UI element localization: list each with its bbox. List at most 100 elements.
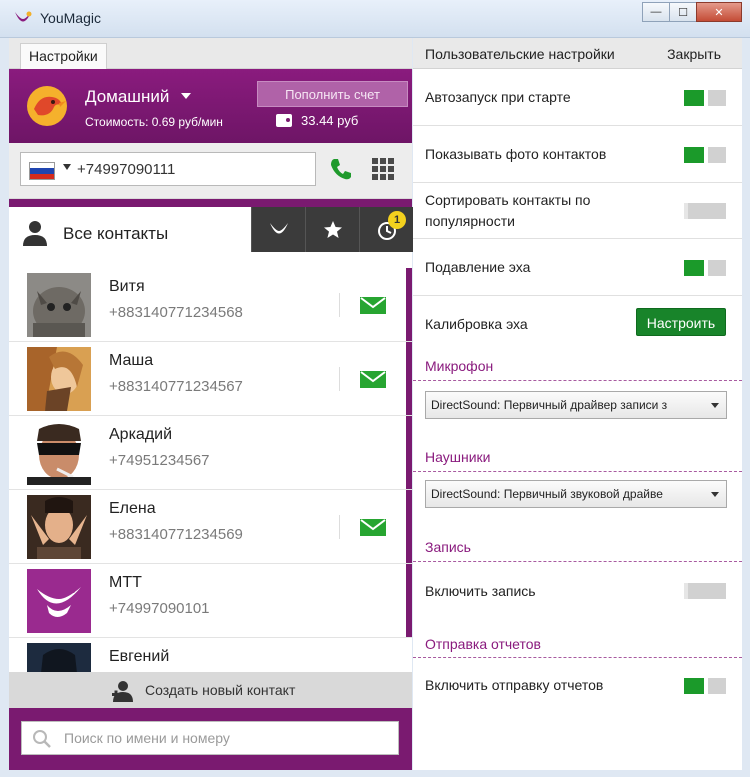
bird-logo-icon [27, 86, 67, 126]
reports-section-title: Отправка отчетов [425, 636, 541, 652]
contact-item[interactable]: Аркадий +74951234567 [9, 416, 412, 490]
contact-name: Маша [109, 352, 154, 369]
dialpad-grid-icon[interactable] [372, 158, 394, 180]
search-box [21, 721, 399, 755]
microphone-section-title: Микрофон [425, 358, 494, 374]
window-titlebar: YouMagic — ☐ ✕ [0, 0, 750, 38]
divider [339, 293, 340, 317]
phone-box [20, 152, 316, 186]
dialer-row [9, 143, 412, 199]
contact-item[interactable]: Елена +883140771234569 [9, 490, 412, 564]
window-controls: — ☐ ✕ [642, 2, 742, 22]
microphone-selected: DirectSound: Первичный драйвер записи з [431, 398, 668, 412]
contact-list[interactable]: Витя +883140771234568 Маша +883140771234… [9, 268, 412, 672]
contact-name: Евгений [109, 648, 170, 665]
settings-pane: Пользовательские настройки Закрыть Автоз… [413, 38, 742, 770]
tab-user-settings[interactable]: Пользовательские настройки [425, 46, 615, 62]
device-sections: Микрофон DirectSound: Первичный драйвер … [413, 351, 742, 694]
phone-number-input[interactable] [77, 153, 307, 185]
missed-calls-badge: 1 [388, 211, 406, 229]
envelope-icon[interactable] [360, 519, 386, 536]
avatar [27, 643, 91, 672]
add-person-icon [112, 681, 133, 702]
recording-section-title: Запись [425, 539, 471, 555]
balance: 33.44 руб [301, 113, 359, 128]
contact-item[interactable]: Маша +883140771234567 [9, 342, 412, 416]
autostart-toggle[interactable] [684, 90, 726, 106]
contact-name: Елена [109, 500, 156, 517]
sort-popular-label-line1: Сортировать контакты по [425, 192, 591, 208]
echo-cancel-toggle[interactable] [684, 260, 726, 276]
contact-phone: +74951234567 [109, 452, 210, 469]
account-panel: Домашний Стоимость: 0.69 руб/мин Пополни… [9, 69, 412, 143]
configure-button[interactable]: Настроить [636, 308, 726, 336]
microphone-select[interactable]: DirectSound: Первичный драйвер записи з [425, 391, 727, 419]
section-divider [413, 380, 742, 381]
echo-calibration-label: Калибровка эха [425, 316, 528, 332]
chevron-down-icon [711, 403, 719, 408]
show-photos-toggle[interactable] [684, 147, 726, 163]
enable-reports-toggle[interactable] [684, 678, 726, 694]
search-icon [33, 730, 51, 748]
youmagic-logo-icon [269, 222, 288, 233]
settings-header: Пользовательские настройки Закрыть [413, 38, 742, 69]
tab-favorites[interactable] [305, 207, 359, 252]
contact-name: Витя [109, 278, 145, 295]
sort-popular-toggle[interactable] [684, 203, 726, 219]
left-tab-strip: Настройки [9, 38, 412, 69]
window-title: YouMagic [40, 10, 101, 26]
wallet-icon [276, 114, 292, 127]
envelope-icon[interactable] [360, 371, 386, 388]
section-divider [413, 657, 742, 658]
topup-button[interactable]: Пополнить счет [257, 81, 408, 107]
search-area [9, 708, 412, 770]
setting-echo-calibration: Калибровка эха Настроить [413, 296, 742, 351]
contact-phone: +74997090101 [109, 600, 210, 617]
country-dropdown-caret-icon[interactable] [63, 164, 71, 170]
call-button-icon[interactable] [327, 155, 355, 183]
avatar [27, 569, 91, 633]
contact-item[interactable]: МТТ +74997090101 [9, 564, 412, 638]
headphones-selected: DirectSound: Первичный звуковой драйве [431, 487, 663, 501]
enable-reports-label: Включить отправку отчетов [425, 677, 604, 693]
tab-all-contacts[interactable]: Все контакты [9, 207, 251, 260]
person-icon [23, 221, 47, 246]
contact-item[interactable]: Евгений [9, 638, 412, 672]
purple-divider [9, 199, 412, 207]
all-contacts-label: Все контакты [63, 224, 169, 243]
avatar [27, 273, 91, 337]
left-pane: Настройки Домашний Стоимость: 0.69 руб/м… [9, 38, 413, 770]
search-input[interactable] [64, 722, 384, 754]
avatar [27, 495, 91, 559]
section-divider [413, 471, 742, 472]
create-contact-button[interactable]: Создать новый контакт [9, 672, 412, 708]
headphones-select[interactable]: DirectSound: Первичный звуковой драйве [425, 480, 727, 508]
star-icon [323, 220, 342, 238]
setting-show-photos: Показывать фото контактов [413, 126, 742, 183]
echo-cancel-label: Подавление эха [425, 259, 531, 275]
enable-recording-toggle[interactable] [684, 583, 726, 599]
tab-recent-calls[interactable]: 1 [359, 207, 413, 252]
create-contact-label: Создать новый контакт [145, 682, 296, 698]
autostart-label: Автозапуск при старте [425, 89, 571, 105]
close-window-button[interactable]: ✕ [696, 2, 742, 22]
maximize-button[interactable]: ☐ [669, 2, 697, 22]
tab-settings[interactable]: Настройки [20, 43, 107, 69]
call-cost: Стоимость: 0.69 руб/мин [85, 115, 223, 129]
russia-flag-icon[interactable] [29, 162, 55, 180]
setting-sort-popular: Сортировать контакты по популярности [413, 183, 742, 239]
chevron-down-icon [711, 492, 719, 497]
envelope-icon[interactable] [360, 297, 386, 314]
tab-youmagic-contacts[interactable] [251, 207, 305, 252]
chevron-down-icon[interactable] [181, 93, 191, 99]
contact-item[interactable]: Витя +883140771234568 [9, 268, 412, 342]
minimize-button[interactable]: — [642, 2, 670, 22]
plan-name[interactable]: Домашний [85, 87, 169, 107]
contact-phone: +883140771234569 [109, 526, 243, 543]
close-settings-link[interactable]: Закрыть [667, 46, 721, 62]
contacts-tabs: Все контакты 1 [9, 207, 413, 260]
show-photos-label: Показывать фото контактов [425, 146, 607, 162]
contact-name: Аркадий [109, 426, 173, 443]
setting-autostart: Автозапуск при старте [413, 69, 742, 126]
divider [339, 367, 340, 391]
